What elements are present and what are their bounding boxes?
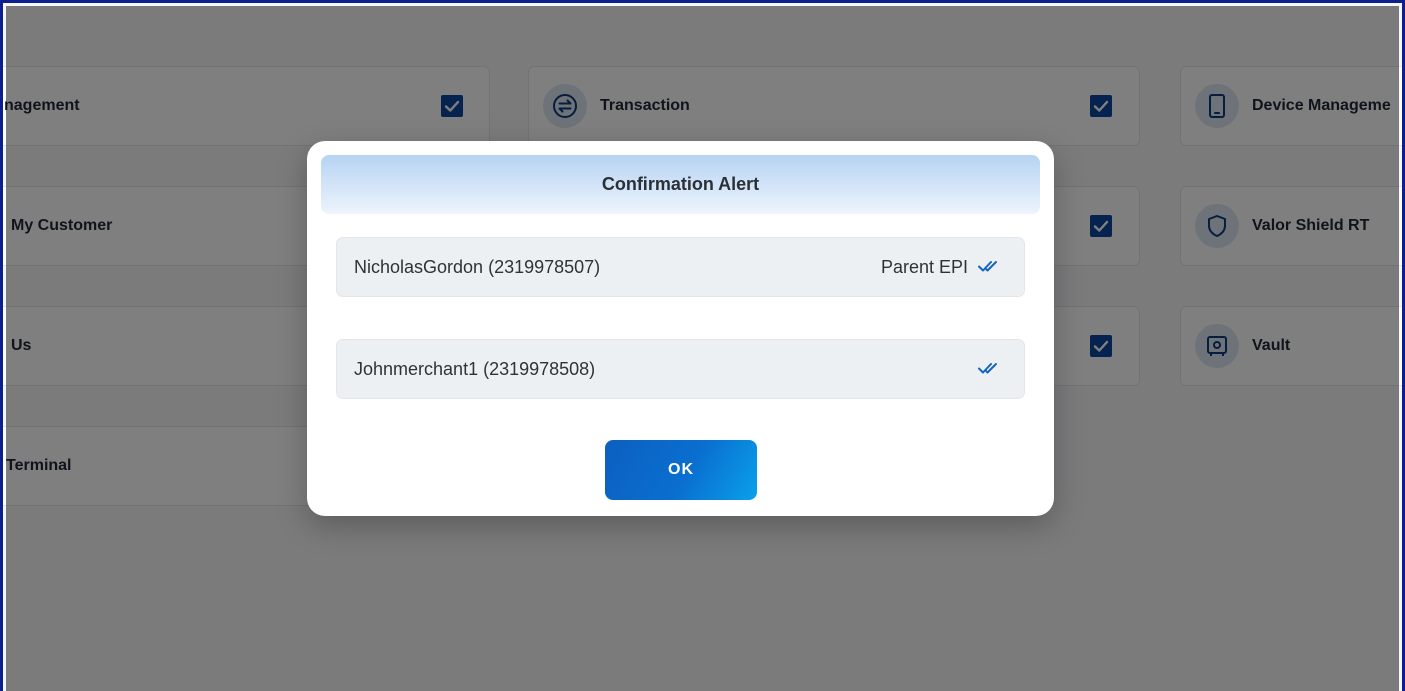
confirmation-dialog: Confirmation Alert NicholasGordon (23199…	[307, 141, 1054, 516]
list-item: NicholasGordon (2319978507) Parent EPI	[336, 237, 1025, 297]
double-check-icon	[978, 257, 1000, 278]
app-window: nagement Transaction Device Manageme My …	[0, 0, 1405, 691]
double-check-icon	[978, 359, 1000, 380]
merchant-name: NicholasGordon (2319978507)	[354, 256, 601, 277]
merchant-name: Johnmerchant1 (2319978508)	[354, 358, 596, 379]
list-item: Johnmerchant1 (2319978508)	[336, 339, 1025, 399]
parent-epi-badge: Parent EPI	[880, 256, 968, 277]
ok-button[interactable]: OK	[605, 440, 757, 500]
dialog-title: Confirmation Alert	[321, 155, 1040, 214]
